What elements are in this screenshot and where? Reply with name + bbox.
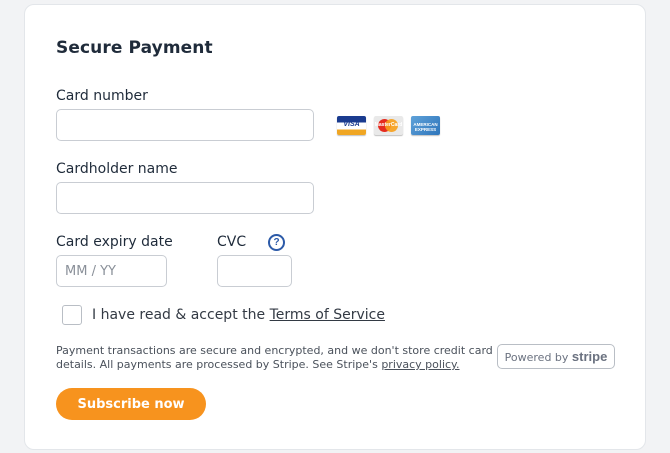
terms-prefix: I have read & accept the xyxy=(92,307,270,323)
terms-label: I have read & accept the Terms of Servic… xyxy=(92,307,385,323)
powered-by-stripe-badge[interactable]: Powered by stripe xyxy=(497,344,615,369)
cvc-label: CVC xyxy=(217,234,247,250)
cardholder-name-label: Cardholder name xyxy=(56,161,178,177)
cvc-input[interactable] xyxy=(217,255,292,287)
privacy-policy-link[interactable]: privacy policy. xyxy=(381,358,459,371)
card-brands: VISA MasterCard AMERICAN EXPRESS xyxy=(337,116,440,135)
terms-of-service-link[interactable]: Terms of Service xyxy=(270,307,385,323)
page-title: Secure Payment xyxy=(56,38,213,58)
subscribe-button[interactable]: Subscribe now xyxy=(56,388,206,420)
card-number-label: Card number xyxy=(56,88,148,104)
question-circle-icon[interactable]: ? xyxy=(268,234,285,251)
amex-icon: AMERICAN EXPRESS xyxy=(411,116,440,135)
stripe-badge-prefix: Powered by xyxy=(504,351,572,364)
expiry-input[interactable] xyxy=(56,255,167,287)
mastercard-icon: MasterCard xyxy=(374,116,403,135)
stripe-logo: stripe xyxy=(571,349,608,364)
expiry-label: Card expiry date xyxy=(56,234,173,250)
cardholder-name-input[interactable] xyxy=(56,182,314,214)
security-disclaimer: Payment transactions are secure and encr… xyxy=(56,344,496,372)
card-number-input[interactable] xyxy=(56,109,314,141)
terms-checkbox[interactable] xyxy=(62,305,82,325)
payment-card: Secure Payment Card number VISA MasterCa… xyxy=(24,4,646,450)
visa-icon: VISA xyxy=(337,116,366,135)
